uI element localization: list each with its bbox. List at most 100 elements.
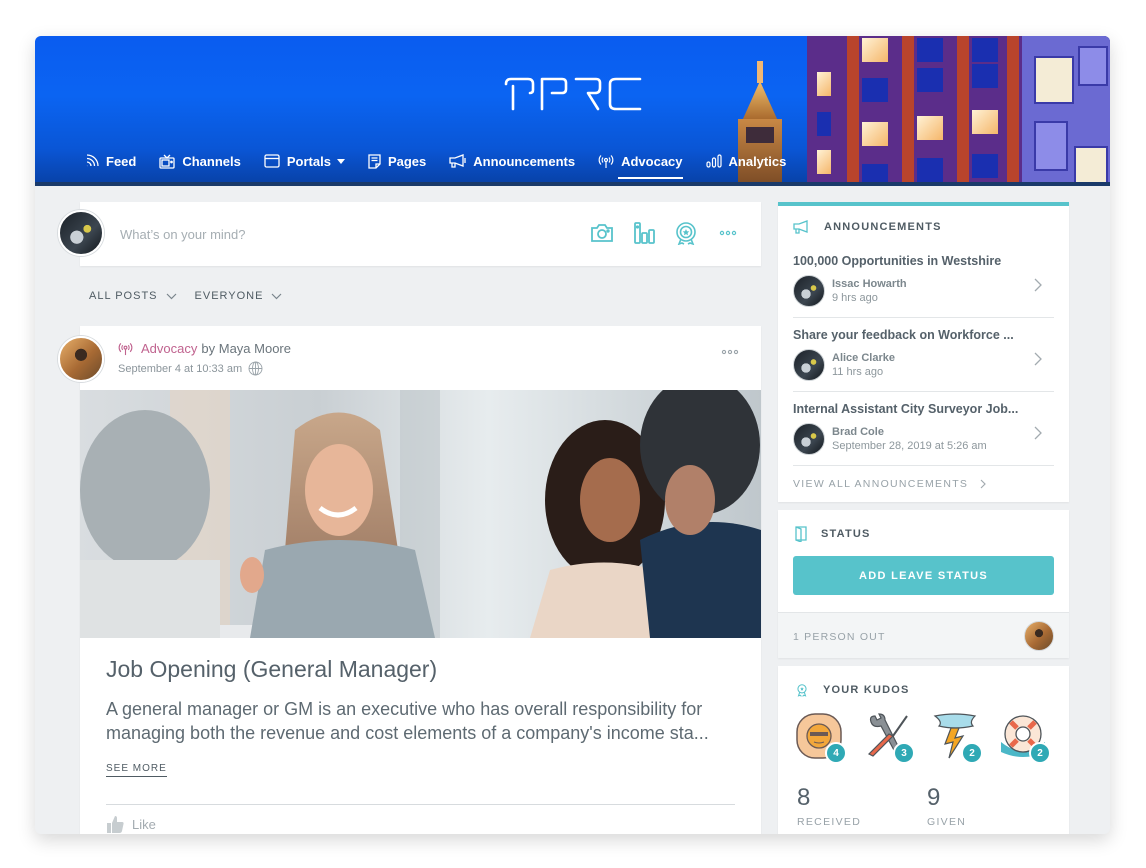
announcement-author-avatar [793,349,825,381]
kudos-received-label: RECEIVED [797,816,862,828]
chevron-right-icon [1034,352,1042,366]
add-poll-button[interactable] [631,220,657,246]
announcements-title: ANNOUNCEMENTS [824,221,942,233]
meeting-photo [80,390,761,638]
opro-logo [504,77,642,111]
announcement-time: 11 hrs ago [832,366,884,378]
nav-pages[interactable]: Pages [368,148,426,174]
kudos-title: YOUR KUDOS [823,684,910,696]
like-label: Like [132,816,156,832]
more-icon [719,230,737,236]
app-window: Feed Channels Portals Pages Announcement… [35,36,1110,834]
header-banner: Feed Channels Portals Pages Announcement… [35,36,1110,186]
post-author-link[interactable]: Maya Moore [219,341,291,356]
post-title: Job Opening (General Manager) [106,656,438,682]
more-options-button[interactable] [715,220,741,246]
camera-icon [591,224,613,242]
like-button[interactable]: Like [106,815,156,833]
people-out-count[interactable]: 1 PERSON OUT [793,631,886,643]
caret-down-icon [336,158,345,164]
nav-announcements[interactable]: Announcements [449,148,575,174]
tv-icon [159,154,175,169]
view-all-label: VIEW ALL ANNOUNCEMENTS [793,478,969,490]
nav-feed[interactable]: Feed [85,148,136,174]
nav-portals[interactable]: Portals [264,148,345,174]
announcements-card: ANNOUNCEMENTS 100,000 Opportunities in W… [778,202,1069,502]
broadcast-icon [118,342,133,355]
view-all-announcements-link[interactable]: VIEW ALL ANNOUNCEMENTS [793,478,987,490]
nav-portals-label: Portals [286,153,331,169]
announcement-author: Alice Clarke [832,352,895,364]
announcement-item[interactable]: Share your feedback on Workforce ... Ali… [793,318,1054,392]
window-icon [264,154,280,168]
kudos-card: YOUR KUDOS 4 3 2 2 8 RECEIVED 9 GIVEN [778,666,1069,834]
page-icon [368,153,381,169]
megaphone-icon [793,220,808,234]
announcement-title: Share your feedback on Workforce ... [793,328,1014,342]
give-kudos-button[interactable] [673,220,699,246]
status-input[interactable] [120,222,540,246]
nav-channels-label: Channels [182,153,241,169]
current-user-avatar[interactable] [58,210,104,256]
announcement-author-avatar [793,275,825,307]
badge-count: 3 [893,742,915,764]
nav-pages-label: Pages [387,153,427,169]
lifebuoy-badge[interactable]: 2 [999,712,1051,764]
badge-count: 2 [1029,742,1051,764]
announcement-time: September 28, 2019 at 5:26 am [832,440,987,452]
kudos-received: 8 RECEIVED [797,784,861,828]
audience-filter[interactable]: EVERYONE [195,290,283,302]
post-image[interactable] [80,390,761,638]
badge-count: 2 [961,742,983,764]
post-type-filter-label: ALL POSTS [89,290,158,302]
award-icon [797,684,807,697]
post-type-filter[interactable]: ALL POSTS [89,290,177,302]
announcement-item[interactable]: 100,000 Opportunities in Westshire Issac… [793,244,1054,318]
status-card: STATUS ADD LEAVE STATUS 1 PERSON OUT [778,510,1069,658]
post-composer [58,202,761,266]
post-timestamp: September 4 at 10:33 am [118,362,243,375]
award-icon [676,222,696,245]
nav-analytics[interactable]: Analytics [705,148,786,174]
author-avatar[interactable] [58,336,104,382]
nav-advocacy[interactable]: Advocacy [598,148,683,179]
post-category-link[interactable]: Advocacy [141,341,197,356]
chevron-down-icon [272,293,282,299]
chevron-down-icon [166,293,176,299]
globe-icon [248,361,263,376]
kudos-received-value: 8 [797,784,811,811]
divider [106,804,735,805]
status-title: STATUS [821,528,871,540]
announcement-author-avatar [793,423,825,455]
feed-post: Advocacy by Maya Moore September 4 at 10… [58,326,761,834]
sun-badge[interactable]: 4 [795,712,847,764]
feed-filters: ALL POSTS EVERYONE [89,290,300,302]
post-by: by [201,341,216,356]
announcement-title: Internal Assistant City Surveyor Job... [793,402,1019,416]
poll-icon [634,222,655,244]
nav-channels[interactable]: Channels [159,148,241,174]
thumbs-up-icon [107,816,124,833]
main-nav: Feed Channels Portals Pages Announcement… [85,146,809,179]
announcement-author: Issac Howarth [832,278,907,290]
kudos-given: 9 GIVEN [927,784,966,828]
announcement-author: Brad Cole [832,426,884,438]
person-out-avatar[interactable] [1024,621,1054,651]
chevron-right-icon [1034,278,1042,292]
door-icon [795,526,807,542]
broadcast-icon [598,154,614,168]
chevron-right-icon [1034,426,1042,440]
bar-chart-icon [705,154,722,168]
post-options-button[interactable] [721,342,739,360]
badge-count: 4 [825,742,847,764]
announcement-item[interactable]: Internal Assistant City Surveyor Job... … [793,392,1054,466]
storm-badge[interactable]: 2 [931,712,983,764]
add-photo-button[interactable] [589,220,615,246]
more-icon [721,349,739,355]
announcement-time: 9 hrs ago [832,292,878,304]
kudos-given-label: GIVEN [927,816,967,828]
nav-advocacy-label: Advocacy [621,153,683,169]
tools-badge[interactable]: 3 [863,712,915,764]
add-leave-status-button[interactable]: ADD LEAVE STATUS [793,556,1054,595]
see-more-link[interactable]: SEE MORE [106,763,167,777]
